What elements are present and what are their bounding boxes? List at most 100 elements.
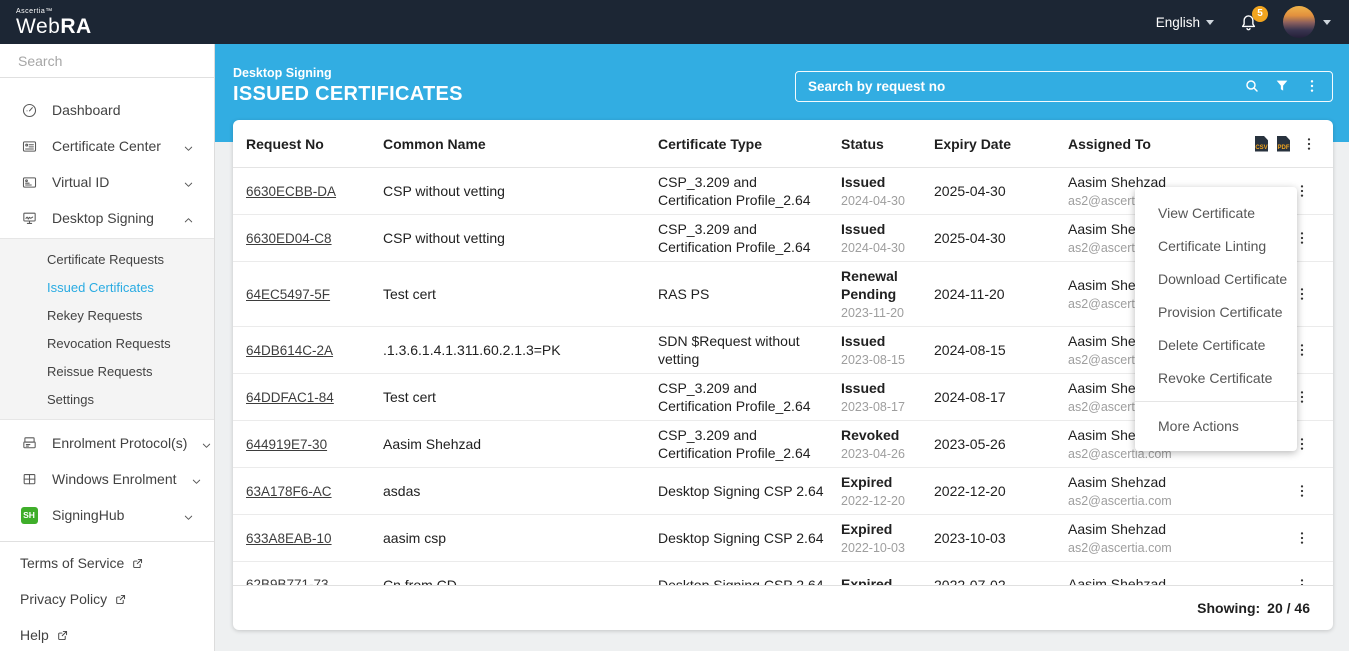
sidebar-item-signinghub[interactable]: SH SigningHub (0, 497, 214, 533)
table-row: 633A8EAB-10 aasim csp Desktop Signing CS… (233, 515, 1333, 562)
column-header-expiry-date: Expiry Date (934, 136, 1068, 152)
request-no-link[interactable]: 63A178F6-AC (246, 484, 332, 499)
expiry-date-cell: 2024-08-15 (934, 336, 1068, 364)
status-badge: Issued (841, 332, 924, 350)
filter-icon[interactable] (1274, 78, 1290, 94)
search-icon[interactable] (1244, 78, 1260, 94)
chevron-down-icon (201, 438, 212, 449)
request-no-link[interactable]: 6630ED04-C8 (246, 231, 332, 246)
sidebar-search-input[interactable] (18, 53, 199, 69)
language-selector[interactable]: English (1156, 15, 1214, 30)
sidebar-item-enrolment-protocol-s[interactable]: Enrolment Protocol(s) (0, 425, 214, 461)
app-logo[interactable]: Ascertia™ WebRA (16, 8, 92, 37)
chevron-down-icon (191, 474, 202, 485)
certificate-center-icon (20, 137, 38, 155)
request-no-link[interactable]: 644919E7-30 (246, 437, 327, 452)
search-options-icon[interactable] (1304, 78, 1320, 94)
kebab-icon (1294, 483, 1310, 499)
sidebar-item-virtual-id[interactable]: Virtual ID (0, 164, 214, 200)
certificate-type-cell: CSP_3.209 and Certification Profile_2.64 (658, 374, 841, 420)
assigned-name: Aasim Shehzad (1068, 575, 1245, 586)
request-no-link[interactable]: 6630ECBB-DA (246, 184, 336, 199)
windows-enrolment-icon (20, 470, 38, 488)
common-name-cell: Test cert (383, 383, 658, 411)
sidebar-item-desktop-signing[interactable]: Desktop Signing (0, 200, 214, 236)
common-name-cell: Aasim Shehzad (383, 430, 658, 458)
expiry-date-cell: 2023-10-03 (934, 524, 1068, 552)
request-no-link[interactable]: 64DB614C-2A (246, 343, 333, 358)
request-no-link[interactable]: 633A8EAB-10 (246, 531, 332, 546)
row-actions-button[interactable] (1292, 481, 1312, 501)
menu-item-view-certificate[interactable]: View Certificate (1135, 196, 1297, 229)
showing-count: 20 / 46 (1267, 600, 1310, 616)
menu-item-certificate-linting[interactable]: Certificate Linting (1135, 229, 1297, 262)
language-label: English (1156, 15, 1200, 30)
status-badge: Issued (841, 220, 924, 238)
common-name-cell: aasim csp (383, 524, 658, 552)
status-date: 2023-08-17 (841, 399, 924, 415)
chevron-down-icon (183, 141, 194, 152)
sidebar-subitem-rekey-requests[interactable]: Rekey Requests (0, 301, 214, 329)
request-no-link[interactable]: 64DDFAC1-84 (246, 390, 334, 405)
menu-item-more-actions[interactable]: More Actions (1135, 409, 1297, 442)
common-name-cell: Cn from CD (383, 571, 658, 586)
sidebar-subitem-issued-certificates[interactable]: Issued Certificates (0, 273, 214, 301)
assigned-email: as2@ascertia.com (1068, 493, 1245, 509)
common-name-cell: asdas (383, 477, 658, 505)
sidebar-item-dashboard[interactable]: Dashboard (0, 92, 214, 128)
export-pdf-icon[interactable]: PDF (1277, 136, 1290, 152)
sidebar-subitem-settings[interactable]: Settings (0, 385, 214, 413)
table-row: 63A178F6-AC asdas Desktop Signing CSP 2.… (233, 468, 1333, 515)
showing-label: Showing: (1197, 600, 1260, 616)
menu-divider (1135, 401, 1297, 402)
status-badge: Issued (841, 173, 924, 191)
chevron-up-icon (183, 213, 194, 224)
brand-ascertia: Ascertia™ (16, 8, 92, 15)
column-header-request-no: Request No (246, 136, 383, 152)
user-menu[interactable] (1283, 6, 1331, 38)
status-date: 2023-08-15 (841, 352, 924, 368)
status-badge: Expired (841, 520, 924, 538)
table-options-button[interactable] (1299, 134, 1319, 154)
virtual-id-icon (20, 173, 38, 191)
status-date: 2022-10-03 (841, 540, 924, 556)
sidebar-item-certificate-center[interactable]: Certificate Center (0, 128, 214, 164)
menu-item-provision-certificate[interactable]: Provision Certificate (1135, 295, 1297, 328)
certificate-type-cell: CSP_3.209 and Certification Profile_2.64 (658, 168, 841, 214)
topbar: Ascertia™ WebRA English 5 (0, 0, 1349, 44)
status-badge: Issued (841, 379, 924, 397)
sidebar-subitem-reissue-requests[interactable]: Reissue Requests (0, 357, 214, 385)
notifications-button[interactable]: 5 (1238, 12, 1259, 33)
kebab-icon (1294, 577, 1310, 586)
sidebar-footer-link-help[interactable]: Help (0, 617, 214, 651)
request-no-link[interactable]: 64EC5497-5F (246, 287, 330, 302)
kebab-icon (1301, 136, 1317, 152)
sidebar-subitem-revocation-requests[interactable]: Revocation Requests (0, 329, 214, 357)
external-link-icon (131, 557, 144, 570)
request-no-link[interactable]: 62B9B771-73 (246, 577, 329, 585)
expiry-date-cell: 2022-07-02 (934, 571, 1068, 586)
certificate-type-cell: Desktop Signing CSP 2.64 (658, 524, 841, 552)
kebab-icon (1294, 530, 1310, 546)
row-actions-button[interactable] (1292, 575, 1312, 586)
sidebar-search (0, 44, 214, 78)
assigned-name: Aasim Shehzad (1068, 473, 1245, 491)
notification-badge: 5 (1252, 6, 1268, 22)
sidebar-footer-link-privacy-policy[interactable]: Privacy Policy (0, 581, 214, 617)
page-title: ISSUED CERTIFICATES (233, 83, 463, 106)
common-name-cell: Test cert (383, 280, 658, 308)
row-actions-button[interactable] (1292, 528, 1312, 548)
menu-item-download-certificate[interactable]: Download Certificate (1135, 262, 1297, 295)
expiry-date-cell: 2025-04-30 (934, 224, 1068, 252)
menu-item-delete-certificate[interactable]: Delete Certificate (1135, 328, 1297, 361)
expiry-date-cell: 2022-12-20 (934, 477, 1068, 505)
export-csv-icon[interactable]: CSV (1255, 136, 1268, 152)
sidebar-footer-link-terms-of-service[interactable]: Terms of Service (0, 545, 214, 581)
column-header-assigned-to: Assigned To (1068, 136, 1255, 152)
sidebar-item-windows-enrolment[interactable]: Windows Enrolment (0, 461, 214, 497)
certificate-type-cell: Desktop Signing CSP 2.64 (658, 571, 841, 586)
external-link-icon (56, 629, 69, 642)
table-search-input[interactable] (808, 79, 1230, 94)
menu-item-revoke-certificate[interactable]: Revoke Certificate (1135, 361, 1297, 394)
sidebar-subitem-certificate-requests[interactable]: Certificate Requests (0, 245, 214, 273)
